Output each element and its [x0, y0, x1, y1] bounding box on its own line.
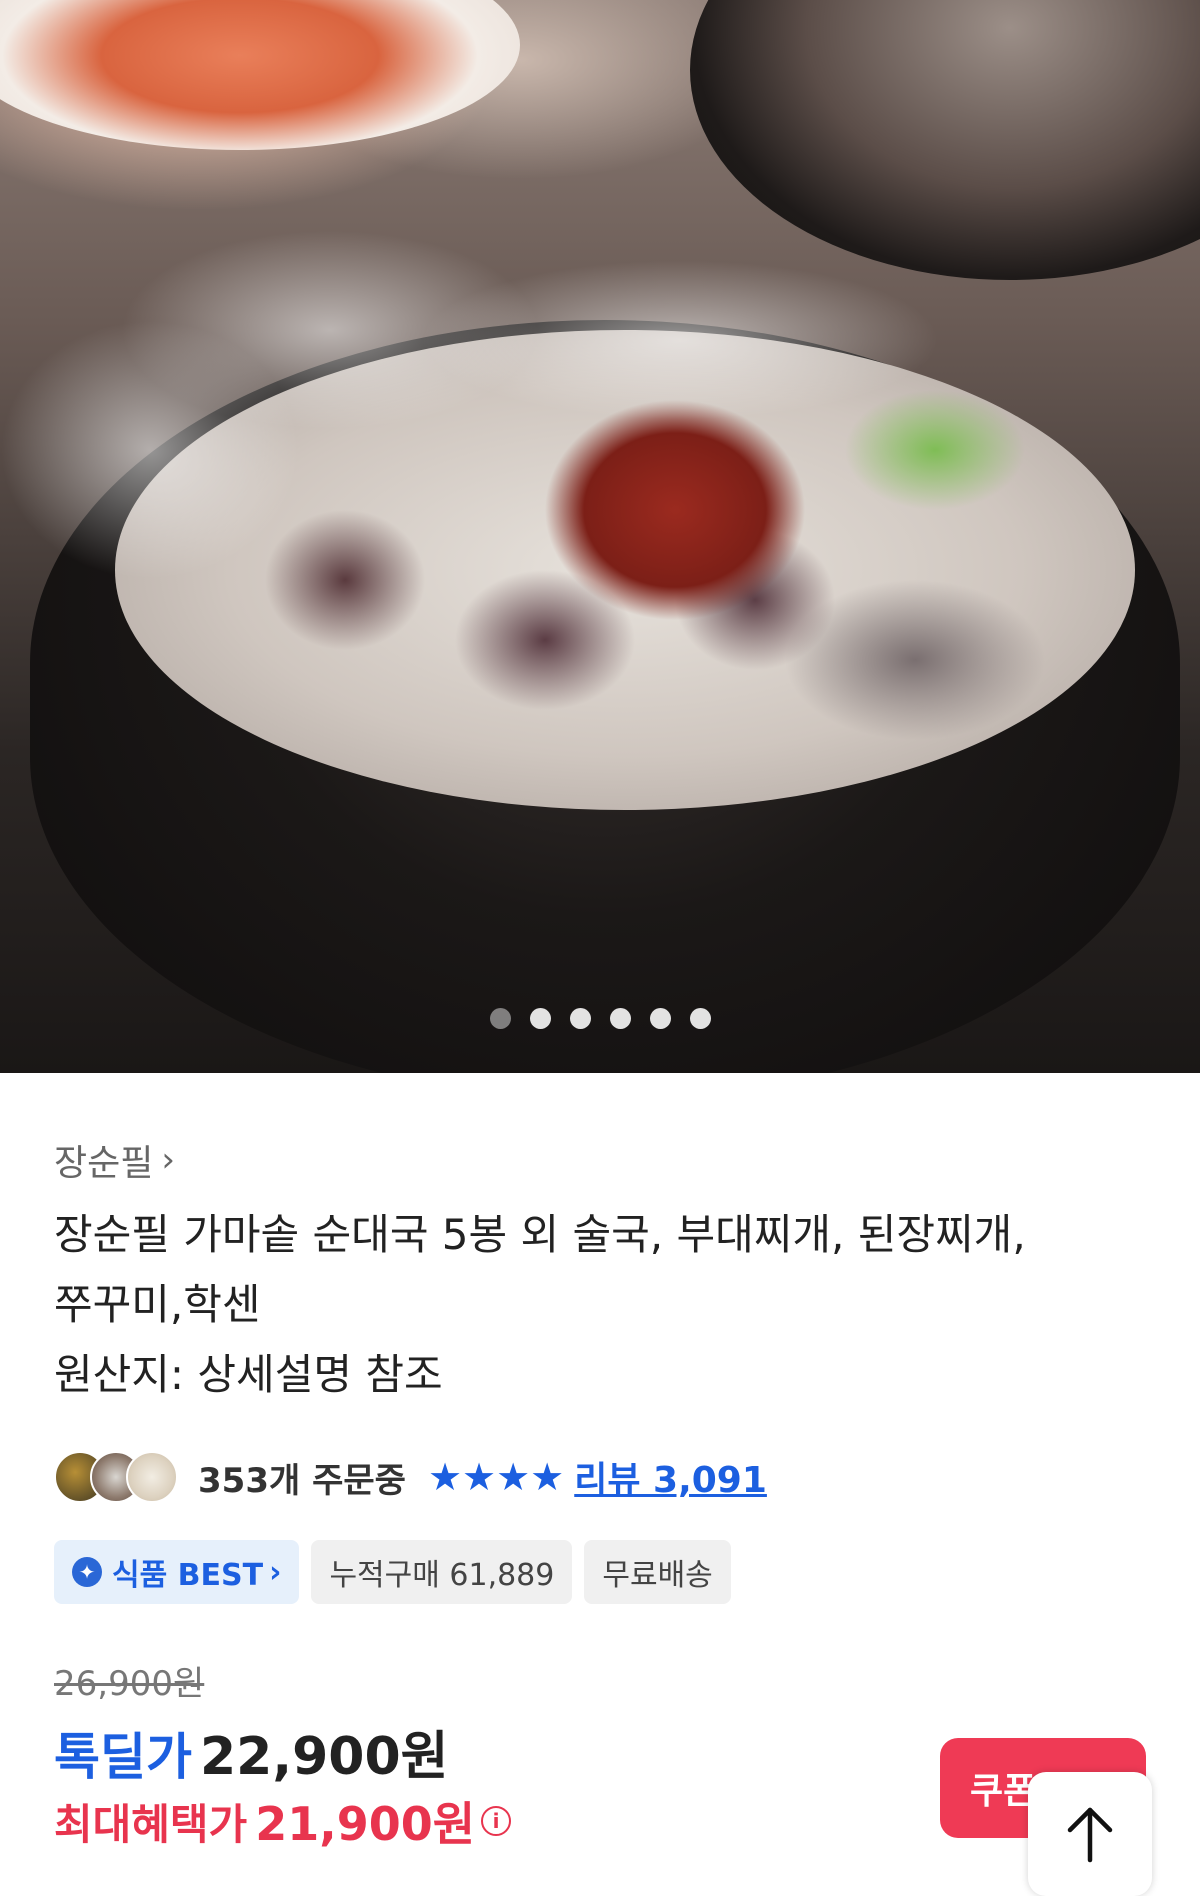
order-count: 353개 주문중 [198, 1460, 406, 1501]
carousel-dot[interactable] [529, 1008, 551, 1029]
brand-link[interactable]: 장순필 › [54, 1134, 175, 1186]
max-benefit-price: 21,900원 [255, 1797, 476, 1851]
info-icon[interactable]: i [481, 1806, 512, 1836]
badge-seal-icon: ✦ [72, 1557, 102, 1587]
carousel-dot[interactable] [569, 1008, 591, 1029]
cumulative-purchase-label: 누적구매 61,889 [329, 1558, 555, 1593]
category-best-badge[interactable]: ✦ 식품 BEST › [54, 1540, 300, 1604]
chevron-right-icon: › [269, 1554, 282, 1590]
star-icon: ★ [427, 1455, 463, 1499]
carousel-dot[interactable] [609, 1008, 631, 1029]
max-benefit-label: 최대혜택가 [54, 1799, 248, 1849]
avatar [126, 1451, 178, 1503]
star-icon: ★ [530, 1455, 565, 1499]
arrow-up-icon [1067, 1807, 1113, 1863]
product-title-line: 쭈꾸미,학센 [54, 1280, 261, 1329]
free-shipping-badge: 무료배송 [584, 1540, 731, 1604]
product-image[interactable] [0, 0, 1200, 1073]
product-title-line: 장순필 가마솥 순대국 5봉 외 술국, 부대찌개, 된장찌개, [54, 1210, 1026, 1259]
back-bowl-image-part [690, 0, 1200, 280]
deal-price-row: 톡딜가 22,900원 [54, 1714, 449, 1789]
rating-stars: ★ ★ ★ ★ [428, 1458, 564, 1496]
steam-image-part [420, 260, 940, 420]
review-link[interactable]: 리뷰 3,091 [574, 1451, 767, 1503]
product-title-line: 원산지: 상세설명 참조 [54, 1350, 443, 1399]
max-benefit-price-row: 최대혜택가 21,900원 i [54, 1788, 512, 1854]
cumulative-purchase-badge: 누적구매 61,889 [311, 1540, 573, 1604]
social-proof-row: 353개 주문중 ★ ★ ★ ★ 리뷰 3,091 [54, 1450, 767, 1504]
deal-price-label: 톡딜가 [54, 1728, 192, 1786]
star-icon: ★ [496, 1455, 531, 1499]
side-dish-image-part [0, 0, 520, 150]
carousel-dot[interactable] [649, 1008, 671, 1029]
carousel-indicator [0, 1008, 1200, 1032]
deal-price: 22,900원 [200, 1727, 449, 1787]
chevron-right-icon: › [161, 1140, 175, 1180]
scroll-to-top-button[interactable] [1028, 1772, 1152, 1896]
star-icon: ★ [462, 1455, 497, 1499]
badge-row: ✦ 식품 BEST › 누적구매 61,889 무료배송 [54, 1540, 731, 1604]
steam-image-part [0, 320, 300, 580]
product-title: 장순필 가마솥 순대국 5봉 외 술국, 부대찌개, 된장찌개, 쭈꾸미,학센 … [54, 1200, 1154, 1410]
carousel-dot[interactable] [689, 1008, 711, 1029]
brand-name: 장순필 [54, 1143, 154, 1184]
best-badge-label: 식품 BEST [112, 1558, 264, 1593]
carousel-dot[interactable] [489, 1008, 511, 1029]
original-price: 26,900원 [54, 1664, 205, 1704]
free-shipping-label: 무료배송 [602, 1558, 713, 1593]
buyer-avatars [54, 1451, 178, 1503]
